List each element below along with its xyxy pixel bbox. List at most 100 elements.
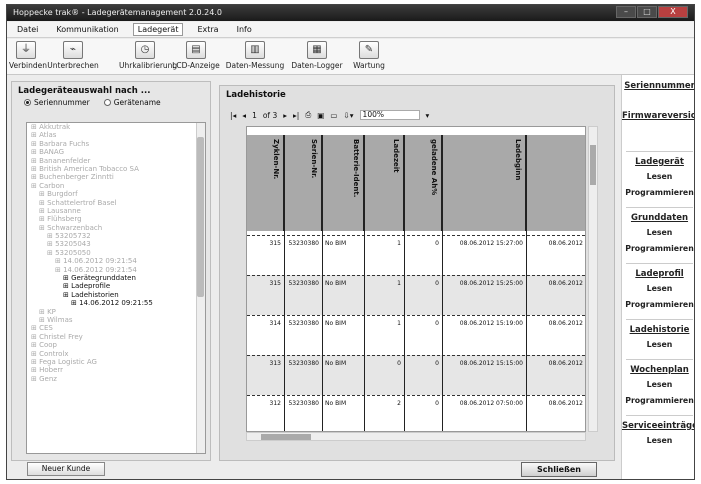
customer-tree[interactable]: ⊞ Akkutrak ⊞ Atlas ⊞ Barbara Fuchs ⊞ BANAG ⊞… [26,122,206,454]
read-button[interactable]: Lesen [622,380,694,389]
tree-item[interactable]: ⊞ Wilmas [27,316,205,324]
table-cell: 08.06.2012 [548,240,583,247]
disconnect-button[interactable]: ⌁ Unterbrechen [47,41,99,70]
section-title-link[interactable]: Serviceeinträge [622,421,694,431]
tree-item[interactable]: ⊞ Ladeprofile [27,282,205,290]
tree-item[interactable]: ⊞ Bananenfelder [27,157,205,165]
tree-item[interactable]: ⊞ Barbara Fuchs [27,140,205,148]
column-header-label: geladene Ah% [430,139,438,196]
connect-button[interactable]: ⏚ Verbinden [9,41,47,70]
tree-item[interactable]: ⊞ Gerätegrunddaten [27,274,205,282]
tree-item[interactable]: ⊞ Schwarzenbach [27,224,205,232]
grid-horizontal-scrollbar[interactable] [246,432,586,441]
data-logger-button[interactable]: ▦ Daten-Logger [289,41,345,70]
menu-extra[interactable]: Extra [193,24,222,35]
tree-item[interactable]: ⊞ 53205050 [27,249,205,257]
table-cell: 08.06.2012 [548,280,583,287]
export-icon[interactable]: ⇩▾ [343,111,353,120]
zoom-dropdown-icon[interactable]: ▾ [426,111,430,120]
tree-item[interactable]: ⊞ 14.06.2012 09:21:54 [27,266,205,274]
program-button[interactable]: Programmieren [622,300,694,309]
tree-item[interactable]: ⊞ Lausanne [27,207,205,215]
program-button[interactable]: Programmieren [622,244,694,253]
read-button[interactable]: Lesen [622,172,694,181]
zoom-select[interactable]: 100% [359,110,420,120]
table-cell: 315 [269,280,281,287]
tree-item[interactable]: ⊞ 53205043 [27,240,205,248]
tree-item[interactable]: ⊞ 14.06.2012 09:21:55 [27,299,205,307]
table-row[interactable]: 314 53230380 No BIM 1 0 08.06.2012 15:19:00 08… [247,315,585,355]
column-header-label: Ladebginn [514,139,522,181]
tree-item[interactable]: ⊞ Controlx [27,350,205,358]
tree-item[interactable]: ⊞ Hoberr [27,366,205,374]
maintenance-button[interactable]: ✎ Wartung [349,41,389,70]
tree-item[interactable]: ⊞ 53205732 [27,232,205,240]
tree-item[interactable]: ⊞ Ladehistorien [27,291,205,299]
tree-scrollbar[interactable] [196,123,205,453]
print-icon[interactable]: ⎙ [305,110,311,120]
tree-item[interactable]: ⊞ Akkutrak [27,123,205,131]
tree-item[interactable]: ⊞ BANAG [27,148,205,156]
lcd-display-button[interactable]: ▤ LCD-Anzeige [171,41,221,70]
read-button[interactable]: Lesen [622,436,694,445]
serial-number-link[interactable]: Seriennummer [622,81,694,91]
last-page-icon[interactable]: ▸| [293,111,299,120]
firmware-version-link[interactable]: Firmwareversion [622,111,694,121]
section-title-link[interactable]: Ladehistorie [622,325,694,335]
grid-hscroll-thumb[interactable] [261,434,311,440]
read-button[interactable]: Lesen [622,228,694,237]
print-layout-icon[interactable]: ▣ [317,111,324,120]
tree-item[interactable]: ⊞ Fega Logistic AG [27,358,205,366]
tree-item[interactable]: ⊞ KP [27,308,205,316]
table-cell: 08.06.2012 [548,320,583,327]
radio-serial-number[interactable]: Seriennummer [24,98,90,107]
close-button[interactable]: Schließen [521,462,597,477]
minimize-button[interactable]: – [616,6,636,18]
next-page-icon[interactable]: ▸ [283,111,287,120]
menu-datei[interactable]: Datei [13,24,42,35]
section-title-link[interactable]: Ladegerät [622,157,694,167]
clock-calibration-button[interactable]: ◷ Uhrkalibrierung [119,41,177,70]
read-button[interactable]: Lesen [622,340,694,349]
table-row[interactable]: 313 53230380 No BIM 0 0 08.06.2012 15:15:00 08… [247,355,585,395]
tree-item[interactable]: ⊞ 14.06.2012 09:21:54 [27,257,205,265]
read-button[interactable]: Lesen [622,284,694,293]
tree-item[interactable]: ⊞ Atlas [27,131,205,139]
tree-item[interactable]: ⊞ British American Tobacco SA [27,165,205,173]
close-window-button[interactable]: X [658,6,688,18]
table-cell: 0 [435,360,439,367]
tree-item[interactable]: ⊞ Flühsberg [27,215,205,223]
new-customer-button[interactable]: Neuer Kunde [27,462,105,476]
tree-item[interactable]: ⊞ Coop [27,341,205,349]
page-setup-icon[interactable]: ▭ [330,111,337,120]
table-row[interactable]: 315 53230380 No BIM 1 0 08.06.2012 15:25:00 08… [247,275,585,315]
prev-page-icon[interactable]: ◂ [242,111,246,120]
grid-vertical-scrollbar[interactable] [588,126,598,432]
program-button[interactable]: Programmieren [622,188,694,197]
page-number[interactable]: 1 [252,111,257,120]
menu-info[interactable]: Info [233,24,256,35]
maximize-button[interactable]: □ [637,6,657,18]
first-page-icon[interactable]: |◂ [230,111,236,120]
tree-item[interactable]: ⊞ CES [27,324,205,332]
tree-item[interactable]: ⊞ Burgdorf [27,190,205,198]
radio-device-name[interactable]: Gerätename [103,98,161,107]
data-measure-button[interactable]: ▥ Daten-Messung [225,41,285,70]
menu-kommunikation[interactable]: Kommunikation [52,24,122,35]
disconnect-label: Unterbrechen [47,61,99,70]
tree-item[interactable]: ⊞ Carbon [27,182,205,190]
grid-vscroll-thumb[interactable] [590,145,596,185]
tree-item[interactable]: ⊞ Genz [27,375,205,383]
tree-item[interactable]: ⊞ Buchenberger Zinntti [27,173,205,181]
tree-scroll-thumb[interactable] [197,137,204,297]
program-button[interactable]: Programmieren [622,396,694,405]
tree-item[interactable]: ⊞ Schattelertrof Basel [27,199,205,207]
section-title-link[interactable]: Grunddaten [622,213,694,223]
table-row[interactable]: 315 53230380 No BIM 1 0 08.06.2012 15:27:00 08… [247,235,585,275]
section-title-link[interactable]: Ladeprofil [622,269,694,279]
tree-item[interactable]: ⊞ Christel Frey [27,333,205,341]
table-cell: No BIM [325,280,347,287]
section-title-link[interactable]: Wochenplan [622,365,694,375]
menu-ladegeraet[interactable]: Ladegerät [132,23,184,36]
table-row[interactable]: 312 53230380 No BIM 2 0 08.06.2012 07:50:00 08… [247,395,585,431]
